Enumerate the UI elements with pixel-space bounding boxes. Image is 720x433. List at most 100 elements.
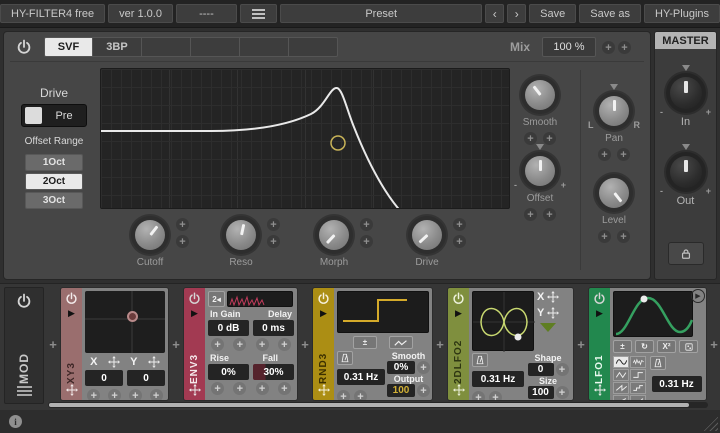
xy3-move-icon[interactable] (66, 384, 78, 396)
plus-button[interactable] (524, 208, 537, 221)
next-preset-button[interactable]: › (507, 4, 526, 23)
plus-button[interactable] (267, 235, 280, 248)
wave-curve-button[interactable] (630, 395, 646, 401)
2dlfo2-tempo-sync-icon[interactable] (472, 353, 488, 367)
plus-button[interactable] (176, 218, 189, 231)
plus-button[interactable] (617, 230, 630, 243)
add-module-button[interactable] (46, 287, 60, 401)
tab-svf[interactable]: SVF (44, 37, 93, 57)
2dlfo2-y-move-icon[interactable] (547, 307, 559, 319)
mix-value[interactable]: 100 % (542, 37, 596, 57)
add-module-button[interactable] (298, 287, 312, 401)
prev-preset-button[interactable]: ‹ (485, 4, 504, 23)
mod-scrollbar-thumb[interactable] (49, 403, 689, 407)
wave-triangle-button[interactable] (613, 369, 629, 381)
tab-empty-3[interactable] (240, 37, 289, 57)
2dlfo2-x-move-icon[interactable] (547, 291, 559, 303)
plus-button[interactable] (354, 390, 367, 401)
wave-stairs-button[interactable] (630, 382, 646, 394)
plus-button[interactable] (337, 390, 350, 401)
rnd3-power-icon[interactable] (317, 292, 330, 305)
rnd3-output-value[interactable]: 100 (387, 384, 415, 397)
wave-sine-button[interactable] (613, 356, 629, 368)
plus-button[interactable] (617, 148, 630, 161)
preset-selector[interactable]: Preset (280, 4, 482, 23)
smooth-knob[interactable] (521, 76, 559, 114)
env3-play-icon[interactable]: ▶ (191, 308, 198, 319)
drive-knob[interactable] (408, 216, 446, 254)
rnd3-play-icon[interactable]: ▶ (320, 308, 327, 319)
plus-button[interactable] (543, 208, 556, 221)
rnd3-bipolar-icon[interactable]: ± (353, 336, 377, 349)
wave-ramp-button[interactable] (613, 395, 629, 401)
xy3-pad[interactable] (85, 291, 165, 353)
2dlfo2-move-icon[interactable] (453, 384, 465, 396)
plus-button[interactable] (129, 389, 142, 401)
tab-3bp[interactable]: 3BP (93, 37, 142, 57)
plus-button[interactable] (489, 391, 502, 401)
plus-button[interactable] (256, 382, 269, 395)
plus-button[interactable] (598, 148, 611, 161)
lfo1-options-icon[interactable] (679, 340, 698, 353)
lfo1-tempo-sync-icon[interactable] (650, 356, 666, 370)
wave-saw-button[interactable] (613, 382, 629, 394)
plus-button[interactable] (211, 382, 224, 395)
rnd3-smooth-curve-icon[interactable] (389, 336, 413, 349)
mix-mod-plus-button[interactable] (602, 41, 615, 54)
env3-move-icon[interactable] (189, 384, 201, 396)
lfo1-play-icon[interactable]: ▶ (596, 308, 603, 319)
plus-button[interactable] (176, 235, 189, 248)
save-button[interactable]: Save (529, 4, 576, 23)
add-module-button[interactable] (707, 287, 720, 401)
filter-power-icon[interactable] (16, 39, 32, 55)
plus-button[interactable] (87, 389, 100, 401)
mod-menu-icon[interactable] (17, 384, 32, 398)
plus-button[interactable] (417, 384, 430, 397)
master-in-knob[interactable] (666, 73, 706, 113)
add-module-button[interactable] (433, 287, 447, 401)
mix-mod-plus-button[interactable] (618, 41, 631, 54)
tab-empty-2[interactable] (191, 37, 240, 57)
cutoff-knob[interactable] (131, 216, 169, 254)
env3-in-gain-value[interactable]: 0 dB (208, 320, 249, 336)
plus-button[interactable] (211, 338, 224, 351)
reso-knob[interactable] (222, 216, 260, 254)
plus-button[interactable] (661, 400, 674, 401)
tab-empty-4[interactable] (289, 37, 338, 57)
save-as-button[interactable]: Save as (579, 4, 641, 23)
plus-button[interactable] (556, 386, 569, 399)
2dlfo2-shape-display[interactable] (473, 292, 535, 352)
xy3-y-move-icon[interactable] (148, 356, 160, 368)
lfo1-retrigger-icon[interactable]: ↻ (635, 340, 654, 353)
plus-button[interactable] (267, 218, 280, 231)
wave-square-button[interactable] (630, 369, 646, 381)
master-out-knob[interactable] (666, 152, 706, 192)
cutoff-handle-icon[interactable] (331, 136, 345, 150)
plus-button[interactable] (472, 391, 485, 401)
plus-button[interactable] (598, 230, 611, 243)
lfo1-x-squared-icon[interactable]: X² (657, 340, 676, 353)
mod-scrollbar[interactable] (48, 402, 708, 408)
2dlfo2-power-icon[interactable] (452, 292, 465, 305)
xy3-power-icon[interactable] (65, 292, 78, 305)
menu-button[interactable] (240, 4, 277, 23)
rnd3-rate-value[interactable]: 0.31 Hz (337, 369, 385, 385)
lfo1-move-icon[interactable] (594, 384, 606, 396)
lfo1-rate-value[interactable]: 0.31 Hz (652, 376, 702, 392)
env3-power-icon[interactable] (188, 292, 201, 305)
xy3-play-icon[interactable]: ▶ (68, 308, 75, 319)
preset-slot-label[interactable]: ---- (176, 4, 237, 23)
plus-button[interactable] (360, 235, 373, 248)
2dlfo2-play-icon[interactable]: ▶ (455, 308, 462, 319)
2dlfo2-shape-value[interactable]: 0 (528, 363, 554, 376)
info-icon[interactable]: i (9, 415, 22, 428)
plus-button[interactable] (679, 400, 692, 401)
brand-button[interactable]: HY-Plugins (644, 4, 720, 23)
plus-button[interactable] (453, 218, 466, 231)
resize-grip-icon[interactable] (703, 416, 718, 431)
offset-range-3oct-button[interactable]: 3Oct (25, 192, 83, 209)
plus-button[interactable] (150, 389, 163, 401)
tab-empty-1[interactable] (142, 37, 191, 57)
plus-button[interactable] (233, 338, 246, 351)
filter-response-display[interactable] (100, 68, 510, 209)
